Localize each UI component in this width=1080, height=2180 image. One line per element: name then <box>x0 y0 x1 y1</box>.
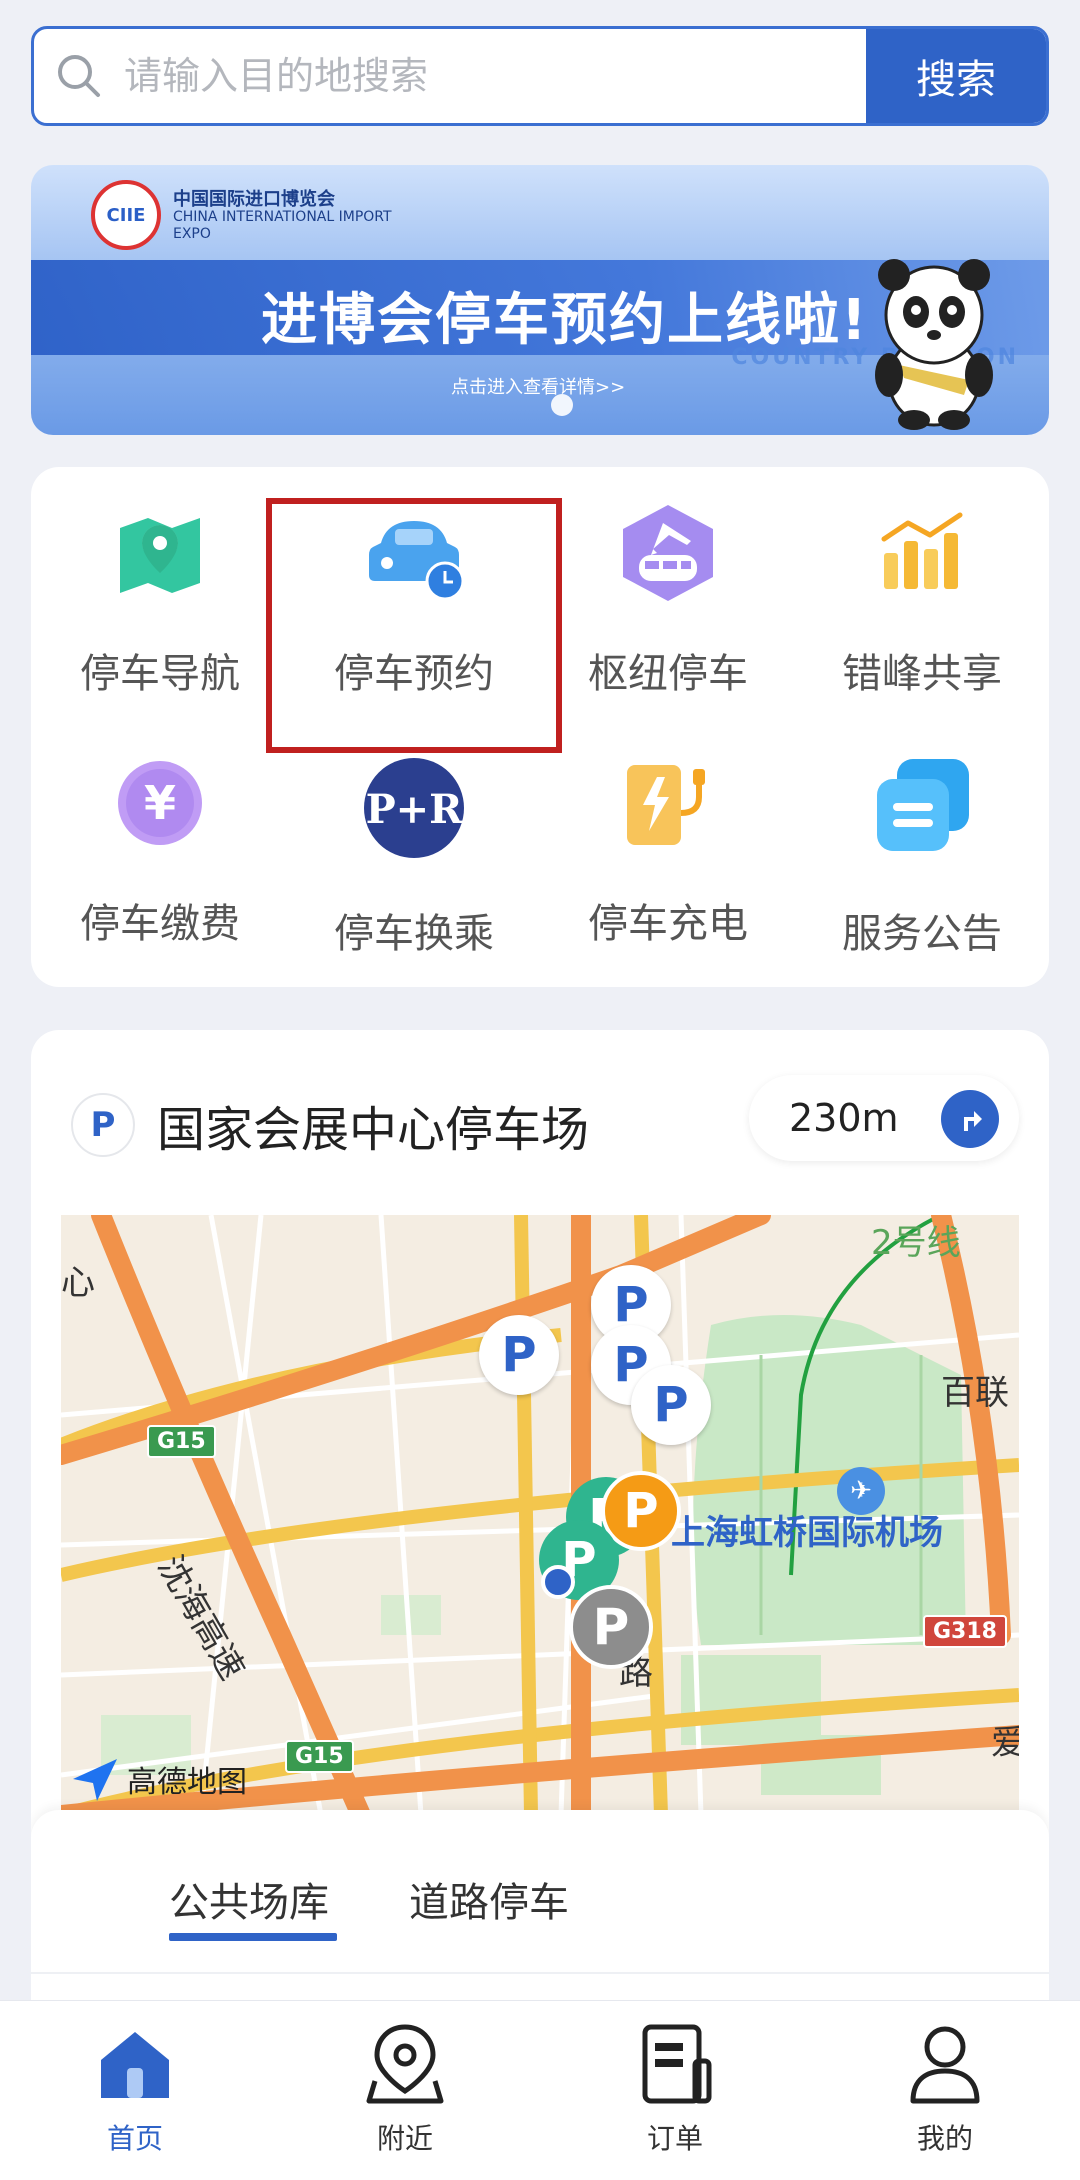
search-icon <box>34 29 124 123</box>
park-and-ride-icon: P+R <box>359 753 469 863</box>
nav-label: 我的 <box>916 2122 973 2155</box>
yuan-coin-icon: ¥ <box>105 753 215 853</box>
service-label: 错峰共享 <box>842 651 1002 697</box>
hongqiao-airport-label: 上海虹桥国际机场 <box>671 1513 943 1553</box>
carousel-indicator <box>551 394 573 416</box>
order-document-icon <box>635 2021 715 2107</box>
amap-arrow-icon <box>73 1759 117 1801</box>
service-label: 枢纽停车 <box>588 651 748 697</box>
service-parking-payment[interactable]: ¥ 停车缴费 <box>33 717 287 947</box>
service-label: 停车充电 <box>588 901 748 947</box>
banner-title: 进博会停车预约上线啦! <box>261 288 869 353</box>
location-pin-icon <box>365 2021 445 2107</box>
panda-mascot-icon <box>859 250 1009 430</box>
search-button[interactable]: 搜索 <box>866 29 1046 123</box>
highlight-annotation <box>266 498 562 753</box>
map-location-icon <box>105 503 215 603</box>
tab-road-parking[interactable]: 道路停车 <box>409 1870 569 1928</box>
nav-home[interactable]: 首页 <box>65 2021 205 2157</box>
map-view[interactable]: G15 G318 G15 2号线 百联 沈海高速 上海虹桥国际机场 爱 心 路 … <box>61 1215 1019 1815</box>
active-tab-indicator <box>169 1933 337 1941</box>
edge-label-right: 爱 <box>991 1723 1019 1763</box>
service-label: 服务公告 <box>842 911 1002 957</box>
tabs-divider <box>31 1972 1049 1974</box>
nav-label: 订单 <box>646 2122 703 2155</box>
service-label: 停车缴费 <box>80 901 240 947</box>
service-label: 停车导航 <box>80 651 240 697</box>
distance-navigate-pill[interactable]: 230m <box>749 1075 1019 1161</box>
nav-nearby[interactable]: 附近 <box>335 2021 475 2157</box>
service-parking-charging[interactable]: 停车充电 <box>541 717 795 947</box>
amap-logo: 高德地图 <box>69 1753 247 1805</box>
bottom-navigation: 首页 附近 订单 我的 <box>0 2000 1080 2180</box>
svg-text:P+R: P+R <box>366 786 464 833</box>
parking-pin-gray[interactable]: P <box>569 1585 653 1669</box>
g15-sign-2: G15 <box>285 1740 354 1773</box>
promo-banner[interactable]: CIIE 中国国际进口博览会 CHINA INTERNATIONAL IMPOR… <box>31 165 1049 435</box>
svg-text:¥: ¥ <box>144 776 176 830</box>
nav-label: 首页 <box>106 2122 163 2155</box>
metro-line-label: 2号线 <box>871 1223 961 1263</box>
distance-text: 230m <box>789 1096 899 1140</box>
parking-pin-blue[interactable]: P <box>479 1315 559 1395</box>
charging-station-icon <box>613 753 723 853</box>
nav-profile[interactable]: 我的 <box>875 2021 1015 2157</box>
train-plane-icon <box>613 503 723 603</box>
nearby-parking-card: P 国家会展中心停车场 230m G15 G318 G15 2号线 百联 沈海高… <box>31 1030 1049 2130</box>
bar-chart-icon <box>867 503 977 603</box>
search-input[interactable] <box>124 54 866 98</box>
bailian-label: 百联 <box>941 1373 1009 1413</box>
parking-p-icon: P <box>71 1093 135 1157</box>
expo-name-en: CHINA INTERNATIONAL IMPORT EXPO <box>173 209 392 242</box>
service-announcements[interactable]: 服务公告 <box>795 717 1049 957</box>
airplane-icon: ✈ <box>837 1467 885 1515</box>
notice-icon <box>867 753 977 863</box>
g318-sign: G318 <box>923 1615 1007 1648</box>
user-icon <box>905 2021 985 2107</box>
service-label: 停车换乘 <box>334 911 494 957</box>
navigate-arrow-icon[interactable] <box>941 1090 999 1148</box>
parking-header[interactable]: P 国家会展中心停车场 <box>71 1090 589 1160</box>
service-parking-navigation[interactable]: 停车导航 <box>33 467 287 697</box>
ciie-logo-icon: CIIE <box>91 180 161 250</box>
edge-label-left: 心 <box>61 1263 95 1303</box>
home-icon <box>95 2021 175 2107</box>
service-hub-parking[interactable]: 枢纽停车 <box>541 467 795 697</box>
amap-logo-text: 高德地图 <box>127 1765 247 1800</box>
service-offpeak-sharing[interactable]: 错峰共享 <box>795 467 1049 697</box>
nav-orders[interactable]: 订单 <box>605 2021 745 2157</box>
banner-subtitle: 点击进入查看详情>> <box>451 377 626 398</box>
g15-sign: G15 <box>147 1425 216 1458</box>
search-bar: 搜索 <box>31 26 1049 126</box>
parking-lot-name: 国家会展中心停车场 <box>157 1102 590 1158</box>
parking-pin-blue[interactable]: P <box>631 1365 711 1445</box>
tab-public-garage[interactable]: 公共场库 <box>169 1870 329 1928</box>
current-location-dot <box>541 1565 575 1599</box>
nav-label: 附近 <box>376 2122 433 2155</box>
expo-name-cn: 中国国际进口博览会 <box>173 189 335 210</box>
